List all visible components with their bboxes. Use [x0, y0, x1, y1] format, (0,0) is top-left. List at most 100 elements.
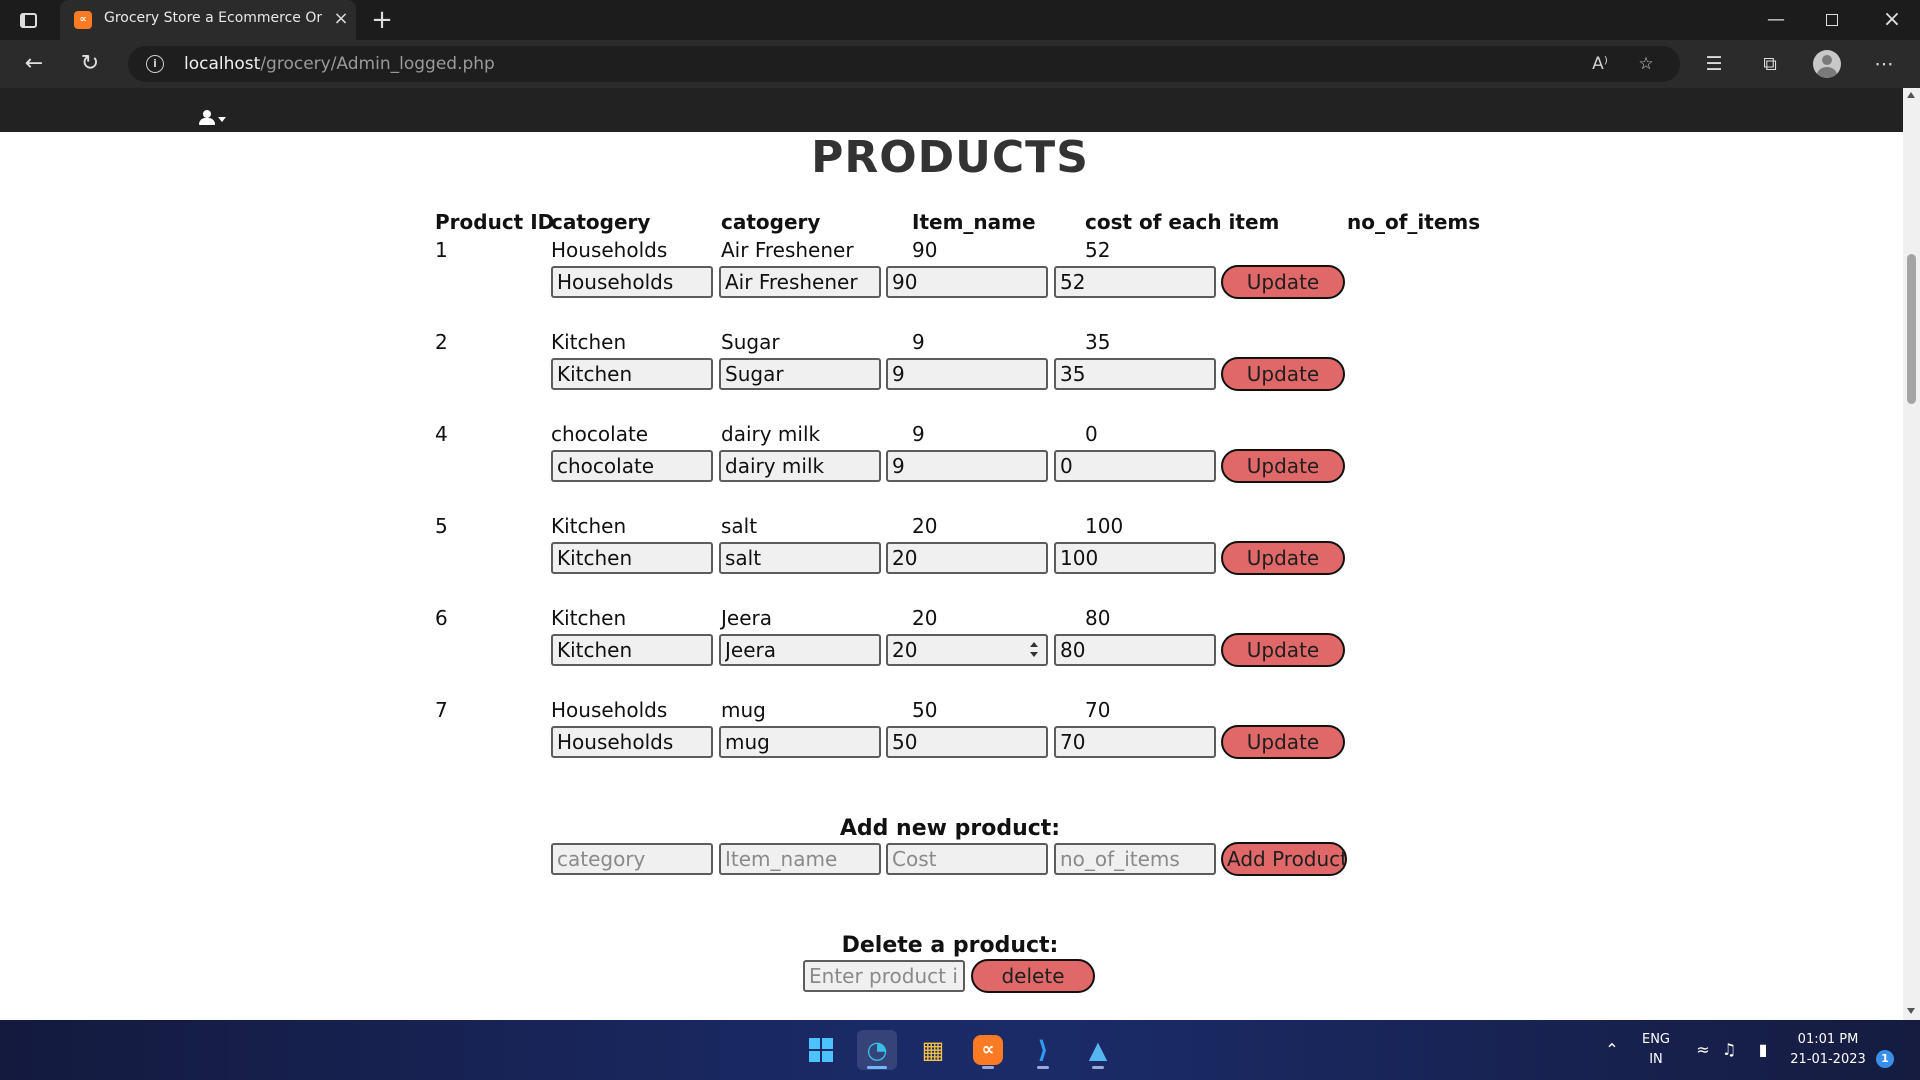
product-id: 1 [435, 238, 448, 262]
new-tab-icon[interactable]: + [368, 4, 396, 36]
edge-browser-icon[interactable]: ◔ [857, 1030, 897, 1070]
new-item-name-input[interactable] [719, 843, 881, 875]
tab-close-icon[interactable]: × [332, 8, 350, 30]
site-info-icon[interactable]: i [146, 55, 164, 73]
restore-icon[interactable] [1812, 6, 1852, 34]
cost-input[interactable] [1054, 634, 1216, 666]
item-input[interactable] [719, 726, 881, 758]
start-windows-icon[interactable] [801, 1030, 841, 1070]
page-title: PRODUCTS [811, 132, 1089, 183]
product-item: Air Freshener [721, 238, 854, 262]
product-item: Sugar [721, 330, 780, 354]
delete-button[interactable]: delete [971, 959, 1095, 993]
product-item-name: 90 [912, 238, 938, 262]
item-input[interactable] [719, 542, 881, 574]
address-toolbar: ← ↻ i localhost/grocery/Admin_logged.php… [0, 40, 1920, 88]
file-explorer-icon[interactable]: ▦ [913, 1030, 953, 1070]
profile-avatar-icon[interactable] [1813, 50, 1841, 78]
item-input[interactable] [719, 450, 881, 482]
address-bar[interactable]: i localhost/grocery/Admin_logged.php A⁾ … [128, 46, 1680, 82]
item-input[interactable] [719, 266, 881, 298]
favorites-icon[interactable]: ☰ [1698, 50, 1730, 78]
wifi-icon[interactable]: ≈ [1692, 1040, 1714, 1059]
browser-tab-bar: ∝ Grocery Store a Ecommerce Onli × + — × [0, 0, 1920, 40]
page-scrollbar[interactable] [1903, 88, 1920, 1020]
scroll-thumb[interactable] [1907, 254, 1916, 404]
product-id: 5 [435, 514, 448, 538]
header-no-of-items: no_of_items [1347, 210, 1481, 234]
item-name-input[interactable] [886, 358, 1048, 390]
user-dropdown-icon[interactable] [198, 110, 228, 126]
tray-language[interactable]: ENG [1638, 1032, 1674, 1047]
update-button[interactable]: Update [1221, 541, 1345, 575]
cost-input[interactable] [1054, 358, 1216, 390]
product-item: dairy milk [721, 422, 821, 446]
read-aloud-icon[interactable]: A⁾ [1586, 52, 1614, 76]
product-item: salt [721, 514, 758, 538]
item-name-input[interactable] [886, 542, 1048, 574]
show-hidden-icons-icon[interactable]: ⌃ [1601, 1040, 1623, 1059]
category-input[interactable] [551, 634, 713, 666]
product-cost: 35 [1085, 330, 1111, 354]
xampp-icon[interactable]: ∝ [968, 1030, 1008, 1070]
more-menu-icon[interactable]: ⋯ [1868, 50, 1900, 78]
collections-icon[interactable]: ⧉ [1754, 50, 1786, 78]
url-text: localhost/grocery/Admin_logged.php [184, 54, 495, 74]
product-cost: 100 [1085, 514, 1124, 538]
update-button[interactable]: Update [1221, 633, 1345, 667]
product-id: 2 [435, 330, 448, 354]
item-input[interactable] [719, 634, 881, 666]
minimize-icon[interactable]: — [1756, 6, 1796, 34]
header-cost: cost of each item [1085, 210, 1280, 234]
tray-date[interactable]: 21-01-2023 [1786, 1052, 1870, 1067]
add-favorite-icon[interactable]: ☆ [1632, 52, 1660, 76]
cost-input[interactable] [1054, 542, 1216, 574]
tab-title: Grocery Store a Ecommerce Onli [104, 10, 322, 26]
delete-product-id-input[interactable] [803, 960, 965, 992]
scroll-down-icon[interactable] [1907, 1008, 1915, 1014]
product-item-name: 9 [912, 330, 925, 354]
tab-actions-icon[interactable] [14, 8, 42, 32]
category-input[interactable] [551, 542, 713, 574]
item-name-input[interactable] [886, 266, 1048, 298]
update-button[interactable]: Update [1221, 357, 1345, 391]
refresh-icon[interactable]: ↻ [72, 48, 108, 80]
item-name-input[interactable] [886, 450, 1048, 482]
category-input[interactable] [551, 450, 713, 482]
category-input[interactable] [551, 726, 713, 758]
window-close-icon[interactable]: × [1872, 6, 1912, 34]
page-viewport: PRODUCTS Product ID catogery catogery It… [0, 88, 1903, 1020]
product-item-name: 50 [912, 698, 938, 722]
category-input[interactable] [551, 266, 713, 298]
cost-input[interactable] [1054, 450, 1216, 482]
product-category: Households [551, 698, 668, 722]
update-button[interactable]: Update [1221, 725, 1345, 759]
cost-input[interactable] [1054, 266, 1216, 298]
product-cost: 52 [1085, 238, 1111, 262]
battery-icon[interactable]: ▮ [1752, 1040, 1774, 1059]
new-cost-input[interactable] [886, 843, 1048, 875]
number-spinner-icon[interactable] [1028, 640, 1040, 660]
notification-badge[interactable]: 1 [1876, 1050, 1894, 1068]
volume-icon[interactable]: ♫ [1718, 1040, 1740, 1059]
photos-icon[interactable]: ▲ [1078, 1030, 1118, 1070]
back-arrow-icon[interactable]: ← [16, 48, 52, 80]
item-input[interactable] [719, 358, 881, 390]
vscode-icon[interactable]: ⟩ [1023, 1030, 1063, 1070]
item-name-input[interactable] [886, 634, 1048, 666]
update-button[interactable]: Update [1221, 265, 1345, 299]
scroll-up-icon[interactable] [1907, 92, 1915, 98]
site-navbar [0, 88, 1903, 132]
product-category: chocolate [551, 422, 649, 446]
item-name-input[interactable] [886, 726, 1048, 758]
new-no-of-items-input[interactable] [1054, 843, 1216, 875]
add-product-button[interactable]: Add Product [1221, 842, 1347, 876]
new-category-input[interactable] [551, 843, 713, 875]
update-button[interactable]: Update [1221, 449, 1345, 483]
tray-region[interactable]: IN [1638, 1052, 1674, 1067]
category-input[interactable] [551, 358, 713, 390]
browser-tab[interactable]: ∝ Grocery Store a Ecommerce Onli × [60, 0, 356, 40]
product-item-name: 20 [912, 606, 938, 630]
cost-input[interactable] [1054, 726, 1216, 758]
tray-time[interactable]: 01:01 PM [1786, 1032, 1870, 1047]
